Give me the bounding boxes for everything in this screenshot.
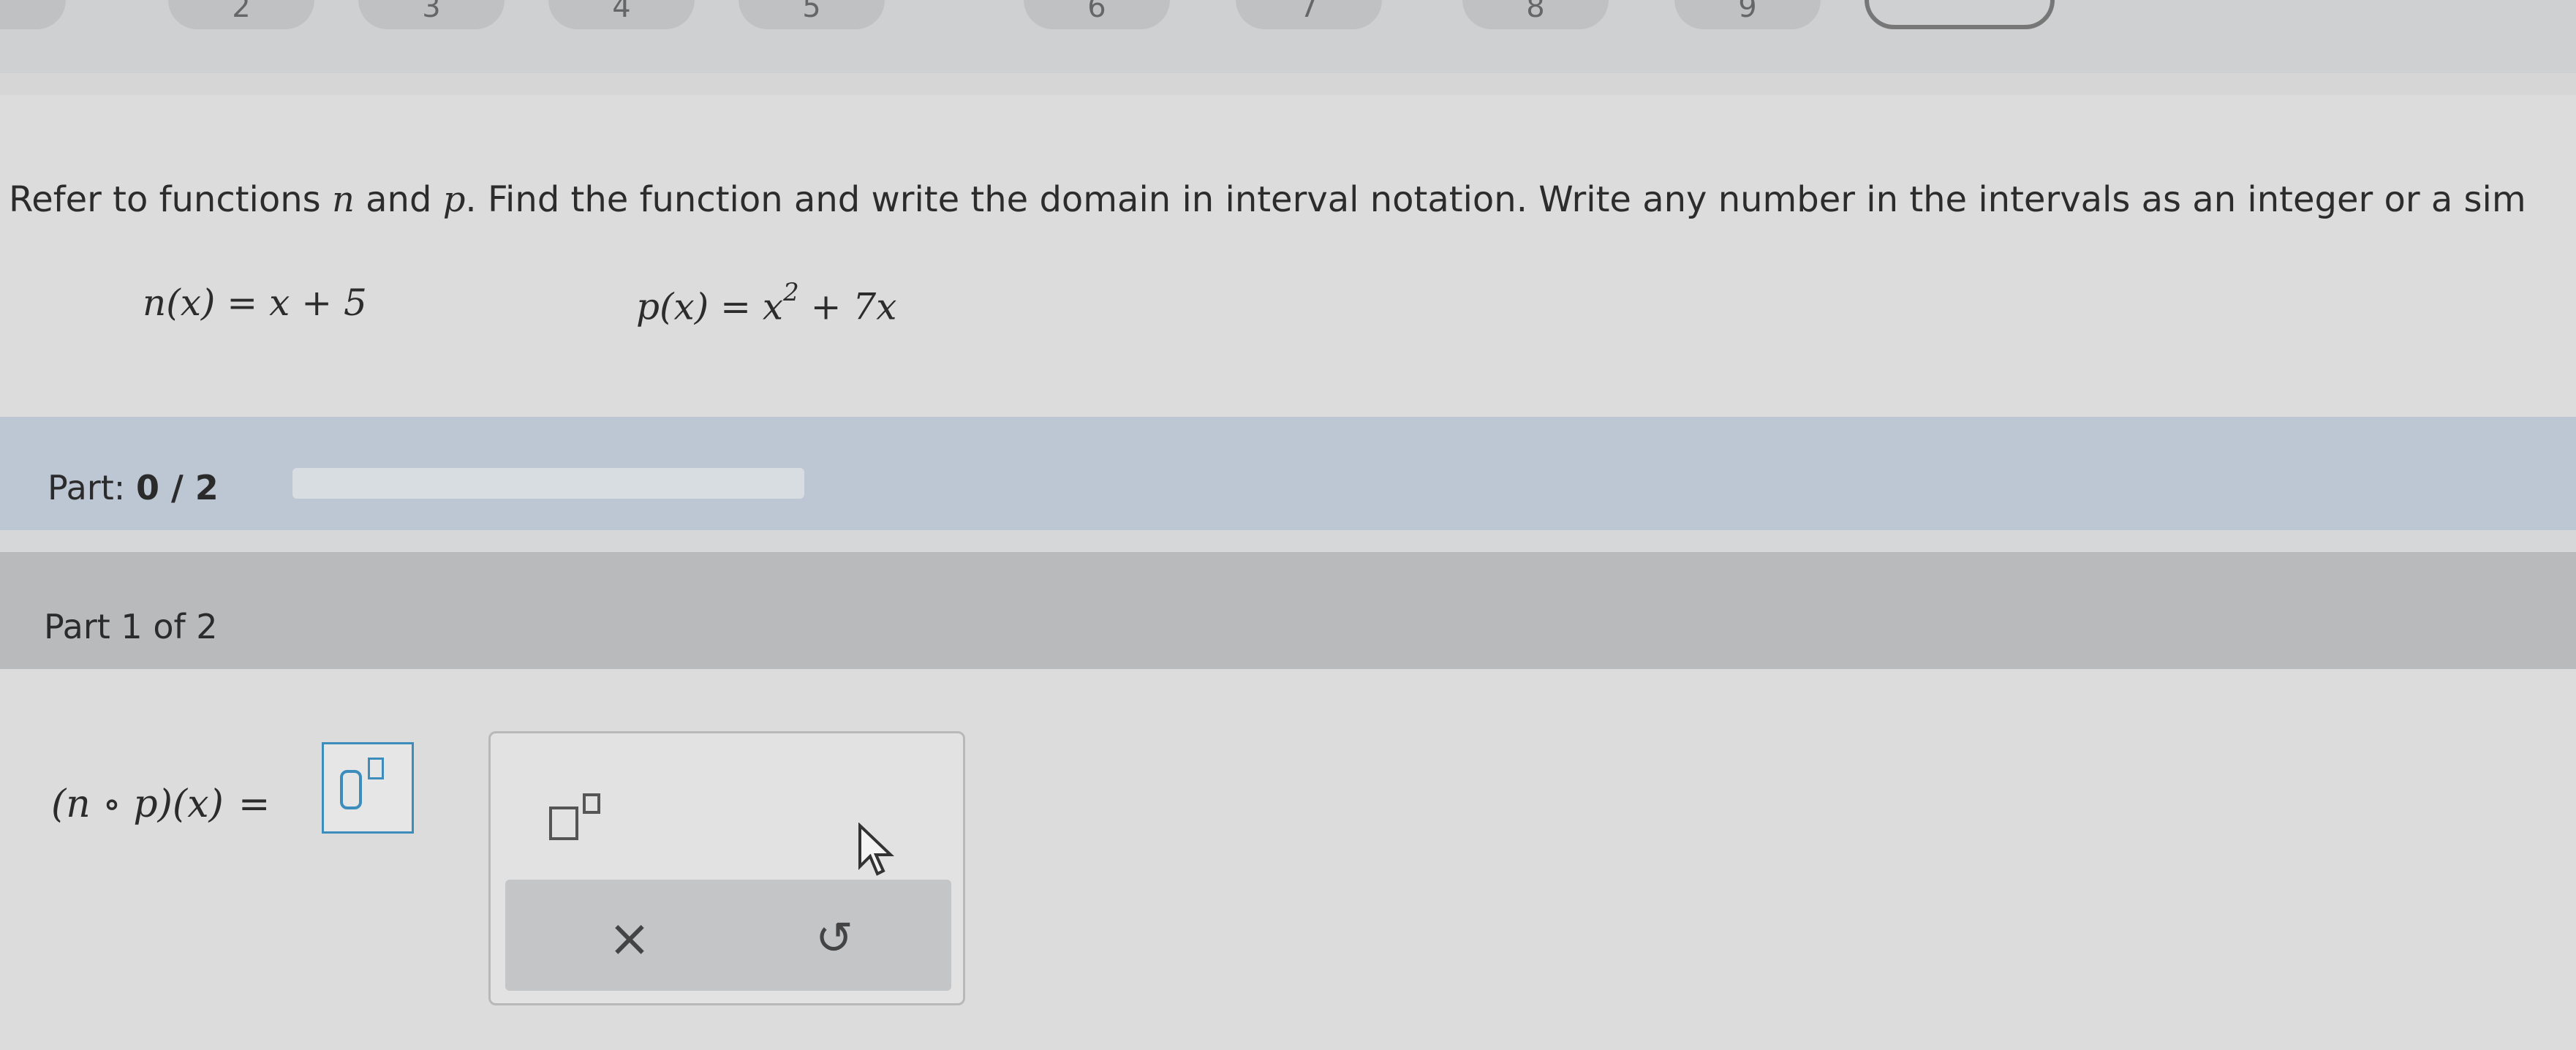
part-progress-bar <box>292 468 804 499</box>
question-tab[interactable]: 3 <box>358 0 505 29</box>
close-icon: × <box>608 908 651 968</box>
exponent-base-icon <box>549 807 578 840</box>
question-tab[interactable]: 7 <box>1236 0 1382 29</box>
question-tab[interactable]: 9 <box>1674 0 1821 29</box>
problem-prompt: Refer to functions n and p. Find the fun… <box>9 179 2526 220</box>
section-gap <box>0 530 2576 552</box>
function-p-definition: p(x) = x2 + 7x <box>636 278 897 328</box>
clear-button[interactable]: × <box>593 905 666 971</box>
answer-base-slot[interactable] <box>340 770 362 809</box>
part-progress-label: Part: 0 / 2 <box>48 468 219 507</box>
question-tab-strip: 1 2 3 4 5 6 7 8 9 <box>0 0 2576 73</box>
question-tab[interactable]: 5 <box>739 0 885 29</box>
question-tab-current[interactable] <box>1865 0 2055 29</box>
function-n-definition: n(x) = x + 5 <box>143 282 367 324</box>
exponent-button[interactable] <box>542 777 622 858</box>
answer-expression: (n ∘ p)(x) = <box>51 782 271 826</box>
answer-input[interactable] <box>322 742 414 834</box>
question-tab[interactable]: 4 <box>548 0 695 29</box>
question-tab[interactable]: 1 <box>0 0 66 29</box>
undo-button[interactable]: ↺ <box>798 905 871 971</box>
part-header <box>0 552 2576 669</box>
cursor-arrow-icon <box>855 822 899 894</box>
question-tab[interactable]: 2 <box>168 0 314 29</box>
question-tab[interactable]: 8 <box>1462 0 1609 29</box>
undo-icon: ↺ <box>815 911 853 964</box>
palette-action-bar: × ↺ <box>505 880 951 991</box>
tab-strip-divider <box>0 73 2576 95</box>
exponent-superscript-icon <box>583 793 600 814</box>
answer-exponent-slot[interactable] <box>368 758 384 779</box>
part-header-label: Part 1 of 2 <box>44 607 218 646</box>
question-tab[interactable]: 6 <box>1024 0 1170 29</box>
